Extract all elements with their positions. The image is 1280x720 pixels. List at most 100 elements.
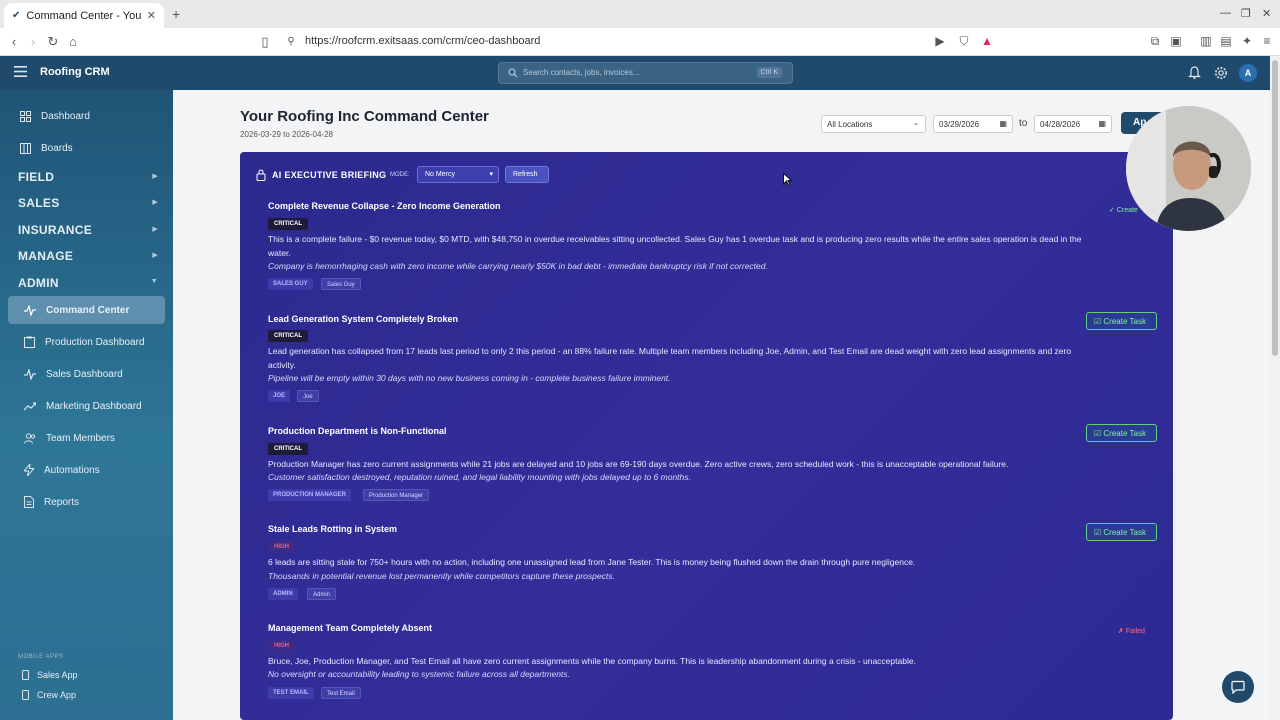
sidebar-item-command-center[interactable]: Command Center	[8, 296, 165, 324]
chat-widget-button[interactable]	[1222, 671, 1254, 703]
sidebar-item-automations[interactable]: Automations	[8, 458, 165, 482]
date-to-value: 04/28/2026	[1040, 120, 1081, 129]
status-label: Create	[1116, 207, 1138, 214]
sidebar-item-label: Boards	[41, 142, 73, 154]
severity-badge: CRITICAL	[268, 443, 308, 455]
shield-icon[interactable]: ⛉	[957, 34, 971, 48]
back-icon[interactable]: ‹	[6, 34, 22, 50]
sidebar-item-label: Team Members	[46, 432, 115, 444]
mobile-apps-heading: MOBILE APPS	[18, 654, 64, 660]
home-icon[interactable]: ⌂	[65, 34, 81, 50]
address-bar[interactable]: https://roofcrm.exitsaas.com/crm/ceo-das…	[305, 35, 540, 47]
leo-ai-icon[interactable]: ✦	[1240, 34, 1254, 48]
document-icon	[24, 496, 34, 508]
extensions-icon[interactable]: ⧉	[1148, 34, 1162, 48]
webcam-overlay	[1126, 106, 1251, 231]
sidebar-item-label: Crew App	[37, 690, 77, 700]
briefing-item-impact: Pipeline will be empty within 30 days wi…	[268, 373, 671, 383]
close-window-icon[interactable]: ✕	[1262, 7, 1271, 20]
location-select[interactable]: All Locations ⌄	[821, 115, 926, 133]
browser-tab[interactable]: ✔ Command Center - Your R ✕	[4, 3, 164, 28]
wallet-icon[interactable]: ▤	[1219, 34, 1233, 48]
role-tag: TEST EMAIL	[268, 687, 314, 699]
sidebar-section-manage[interactable]: MANAGE ▶	[18, 249, 158, 263]
maximize-icon[interactable]: ❐	[1241, 7, 1251, 20]
sidebar-section-admin[interactable]: ADMIN ▼	[18, 276, 158, 290]
briefing-item-title: Production Department is Non-Functional	[268, 426, 447, 436]
location-select-value: All Locations	[827, 120, 873, 129]
chevron-right-icon: ▶	[152, 173, 158, 180]
screenshot-icon[interactable]: ▣	[1169, 34, 1183, 48]
chevron-down-icon: ⌄	[913, 120, 919, 127]
mode-select-value: No Mercy	[425, 171, 455, 178]
tab-close-icon[interactable]: ✕	[147, 9, 156, 22]
scrollbar-thumb[interactable]	[1272, 60, 1278, 356]
bookmark-icon[interactable]: ▯	[257, 34, 273, 50]
sidebar-item-reports[interactable]: Reports	[8, 490, 165, 514]
sidebar-item-team-members[interactable]: Team Members	[8, 426, 165, 450]
briefing-item-title: Lead Generation System Completely Broken	[268, 314, 459, 324]
search-icon	[508, 68, 518, 78]
site-info-icon[interactable]: ⚲	[283, 34, 299, 50]
severity-badge: HIGH	[268, 541, 295, 553]
sidebar-item-label: Reports	[44, 496, 80, 508]
reload-icon[interactable]: ↻	[45, 34, 61, 50]
severity-badge: CRITICAL	[268, 330, 308, 342]
create-task-label: Create Task	[1103, 317, 1146, 326]
tab-title: Command Center - Your R	[26, 9, 141, 22]
create-task-label: Create Task	[1103, 429, 1146, 438]
sidebar-section-sales[interactable]: SALES ▶	[18, 196, 158, 210]
sidebar-item-sales-dashboard[interactable]: Sales Dashboard	[8, 362, 165, 386]
date-to-input[interactable]: 04/28/2026 ▦	[1034, 115, 1112, 133]
mode-select[interactable]: No Mercy ▾	[417, 166, 499, 183]
send-icon[interactable]: ▶	[933, 34, 947, 48]
sidebar-section-insurance[interactable]: INSURANCE ▶	[18, 223, 158, 237]
sidebar-item-marketing-dashboard[interactable]: Marketing Dashboard	[8, 394, 165, 418]
phone-icon	[22, 690, 29, 700]
sidebar-item-dashboard[interactable]: Dashboard	[8, 104, 165, 128]
sidebar-item-crew-app[interactable]: Crew App	[22, 690, 76, 700]
avatar[interactable]: A	[1239, 64, 1257, 82]
calendar-icon: ▦	[1098, 119, 1106, 128]
create-task-button[interactable]: ☑ Create Task	[1086, 424, 1157, 442]
new-tab-icon[interactable]: +	[172, 6, 180, 22]
sidebar-item-production-dashboard[interactable]: Production Dashboard	[8, 330, 165, 354]
gear-icon[interactable]	[1214, 66, 1228, 80]
sidebar-section-field[interactable]: FIELD ▶	[18, 170, 158, 184]
mode-label: MODE:	[390, 172, 410, 178]
person-tag: Test Email	[321, 687, 361, 699]
search-shortcut: Ctrl K	[756, 67, 782, 78]
briefing-item-impact: No oversight or accountability leading t…	[268, 669, 570, 679]
forward-icon[interactable]: ›	[25, 34, 41, 50]
section-label: MANAGE	[18, 249, 74, 263]
briefing-item-impact: Customer satisfaction destroyed, reputat…	[268, 472, 691, 482]
chat-bubble-icon	[1231, 680, 1245, 694]
refresh-button[interactable]: Refresh	[505, 166, 549, 183]
briefing-item-body: This is a complete failure - $0 revenue …	[268, 234, 1082, 258]
sidebar-item-sales-app[interactable]: Sales App	[22, 670, 78, 680]
warning-triangle-icon[interactable]: ▲	[980, 34, 994, 48]
search-input[interactable]: Search contacts, jobs, invoices... Ctrl …	[498, 62, 793, 84]
sidebar-toggle-icon[interactable]: ▥	[1199, 34, 1213, 48]
sidebar-item-label: Sales Dashboard	[46, 368, 123, 380]
app-brand[interactable]: Roofing CRM	[40, 66, 110, 78]
sidebar-item-boards[interactable]: Boards	[8, 136, 165, 160]
mouse-cursor-icon	[783, 173, 792, 186]
person-tag: Sales Guy	[321, 278, 361, 290]
role-tag: PRODUCTION MANAGER	[268, 489, 351, 501]
date-from-input[interactable]: 03/29/2026 ▦	[933, 115, 1013, 133]
menu-icon[interactable]: ≡	[1260, 34, 1274, 48]
minimize-icon[interactable]: —	[1220, 7, 1231, 19]
clipboard-icon	[24, 336, 35, 348]
trend-icon	[24, 401, 36, 412]
create-task-button[interactable]: ☑ Create Task	[1086, 312, 1157, 330]
create-task-button[interactable]: ☑ Create Task	[1086, 523, 1157, 541]
bell-icon[interactable]	[1188, 66, 1201, 80]
pulse-icon	[24, 368, 36, 380]
section-label: INSURANCE	[18, 223, 93, 237]
hamburger-icon[interactable]	[14, 66, 27, 77]
briefing-item-title: Complete Revenue Collapse - Zero Income …	[268, 201, 501, 211]
roof-favicon-icon: ✔	[12, 10, 21, 21]
bolt-icon	[24, 464, 34, 476]
briefing-item-title: Management Team Completely Absent	[268, 623, 433, 633]
